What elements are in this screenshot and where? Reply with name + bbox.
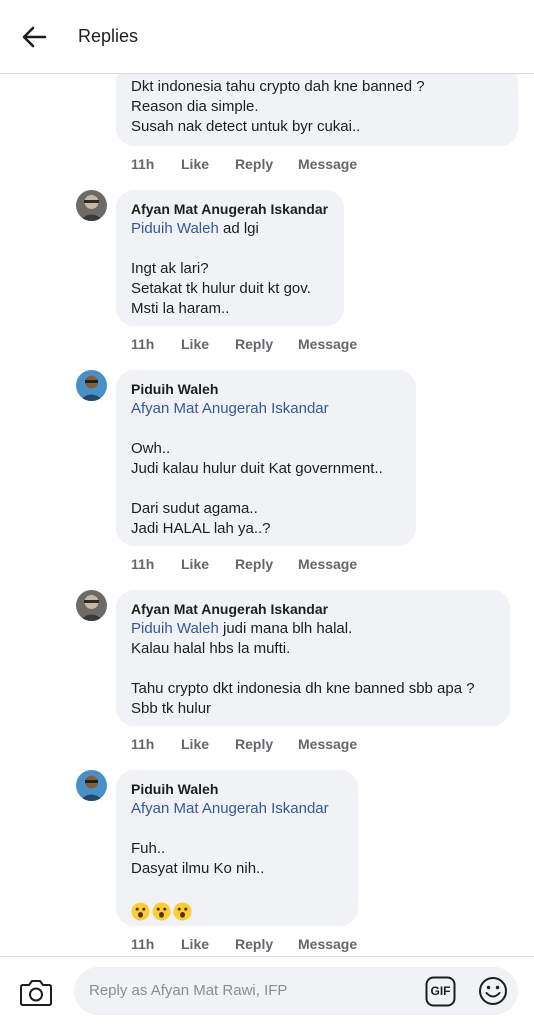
comment-bubble[interactable]: Piduih Waleh Afyan Mat Anugerah Iskandar… bbox=[116, 770, 358, 926]
emoji-row bbox=[131, 901, 344, 921]
message-button[interactable]: Message bbox=[298, 936, 357, 952]
comment-text: Owh.. bbox=[131, 440, 171, 457]
reply-composer: Reply as Afyan Mat Rawi, IFP GIF bbox=[0, 956, 534, 1024]
replies-thread: Dkt indonesia tahu crypto dah kne banned… bbox=[0, 74, 534, 956]
message-button[interactable]: Message bbox=[298, 736, 357, 752]
comment-author[interactable]: Afyan Mat Anugerah Iskandar bbox=[131, 199, 330, 219]
comment-text: Judi kalau hulur duit Kat government.. bbox=[131, 460, 383, 477]
reply-button[interactable]: Reply bbox=[235, 336, 298, 352]
avatar[interactable] bbox=[76, 190, 107, 221]
arrow-left-icon bbox=[22, 26, 47, 47]
avatar[interactable] bbox=[76, 770, 107, 801]
comment-bubble[interactable]: Afyan Mat Anugerah Iskandar Piduih Waleh… bbox=[116, 590, 510, 726]
comment-text: Kalau halal hbs la mufti. bbox=[131, 640, 291, 657]
camera-icon bbox=[20, 980, 52, 1006]
reply-placeholder: Reply as Afyan Mat Rawi, IFP bbox=[89, 982, 288, 999]
reply-button[interactable]: Reply bbox=[235, 156, 298, 172]
back-button[interactable] bbox=[0, 0, 72, 74]
like-button[interactable]: Like bbox=[181, 556, 235, 572]
mention-link[interactable]: Afyan Mat Anugerah Iskandar bbox=[131, 400, 329, 417]
astonished-face-icon bbox=[152, 901, 171, 921]
timestamp: 11h bbox=[131, 336, 155, 352]
like-button[interactable]: Like bbox=[181, 156, 235, 172]
avatar[interactable] bbox=[76, 370, 107, 401]
timestamp: 11h bbox=[131, 556, 155, 572]
gif-button[interactable]: GIF bbox=[425, 976, 456, 1007]
timestamp: 11h bbox=[131, 936, 155, 952]
comment-text: judi mana blh halal. bbox=[218, 620, 353, 637]
like-button[interactable]: Like bbox=[181, 336, 235, 352]
reply-input[interactable]: Reply as Afyan Mat Rawi, IFP GIF bbox=[74, 967, 518, 1015]
top-bar: Replies bbox=[0, 0, 534, 74]
timestamp: 11h bbox=[131, 736, 155, 752]
comment-text: Dari sudut agama.. bbox=[131, 500, 258, 517]
comment-bubble[interactable]: Afyan Mat Anugerah Iskandar Piduih Waleh… bbox=[116, 190, 344, 326]
mention-link[interactable]: Piduih Waleh bbox=[131, 220, 219, 237]
reply-button[interactable]: Reply bbox=[235, 556, 298, 572]
astonished-face-icon bbox=[173, 901, 192, 921]
like-button[interactable]: Like bbox=[181, 936, 235, 952]
comment-text: Dasyat ilmu Ko nih.. bbox=[131, 860, 265, 877]
comment-actions: 11h Like Reply Message bbox=[131, 156, 357, 172]
comment-actions: 11h Like Reply Message bbox=[131, 936, 357, 952]
astonished-face-icon bbox=[131, 901, 150, 921]
comment-author[interactable]: Afyan Mat Anugerah Iskandar bbox=[131, 599, 496, 619]
comment-text: Jadi HALAL lah ya..? bbox=[131, 520, 271, 537]
comment-author[interactable]: Piduih Waleh bbox=[131, 379, 402, 399]
message-button[interactable]: Message bbox=[298, 556, 357, 572]
comment-text: Setakat tk hulur duit kt gov. bbox=[131, 280, 311, 297]
gif-label: GIF bbox=[430, 984, 451, 998]
message-button[interactable]: Message bbox=[298, 156, 357, 172]
smiley-icon bbox=[479, 977, 507, 1005]
message-button[interactable]: Message bbox=[298, 336, 357, 352]
comment-text: Dkt indonesia tahu crypto dah kne banned… bbox=[131, 78, 425, 95]
camera-button[interactable] bbox=[18, 977, 54, 1009]
comment-actions: 11h Like Reply Message bbox=[131, 336, 357, 352]
comment-text: Reason dia simple. bbox=[131, 98, 259, 115]
emoji-button[interactable] bbox=[477, 975, 509, 1007]
comment-bubble[interactable]: Dkt indonesia tahu crypto dah kne banned… bbox=[116, 74, 518, 146]
comment-text: Ingt ak lari? bbox=[131, 260, 209, 277]
comment-text: ad lgi bbox=[218, 220, 259, 237]
mention-link[interactable]: Piduih Waleh bbox=[131, 620, 219, 637]
comment-text: Sbb tk hulur bbox=[131, 700, 212, 717]
comment-text: Fuh.. bbox=[131, 840, 166, 857]
comment-author[interactable]: Piduih Waleh bbox=[131, 779, 344, 799]
comment-actions: 11h Like Reply Message bbox=[131, 736, 357, 752]
timestamp: 11h bbox=[131, 156, 155, 172]
page-title: Replies bbox=[78, 26, 139, 46]
comment-actions: 11h Like Reply Message bbox=[131, 556, 357, 572]
comment-text: Tahu crypto dkt indonesia dh kne banned … bbox=[131, 680, 475, 697]
reply-button[interactable]: Reply bbox=[235, 736, 298, 752]
like-button[interactable]: Like bbox=[181, 736, 235, 752]
comment-text: Msti la haram.. bbox=[131, 300, 230, 317]
mention-link[interactable]: Afyan Mat Anugerah Iskandar bbox=[131, 800, 329, 817]
reply-button[interactable]: Reply bbox=[235, 936, 298, 952]
avatar[interactable] bbox=[76, 590, 107, 621]
comment-bubble[interactable]: Piduih Waleh Afyan Mat Anugerah Iskandar… bbox=[116, 370, 416, 546]
comment-text: Susah nak detect untuk byr cukai.. bbox=[131, 118, 361, 135]
